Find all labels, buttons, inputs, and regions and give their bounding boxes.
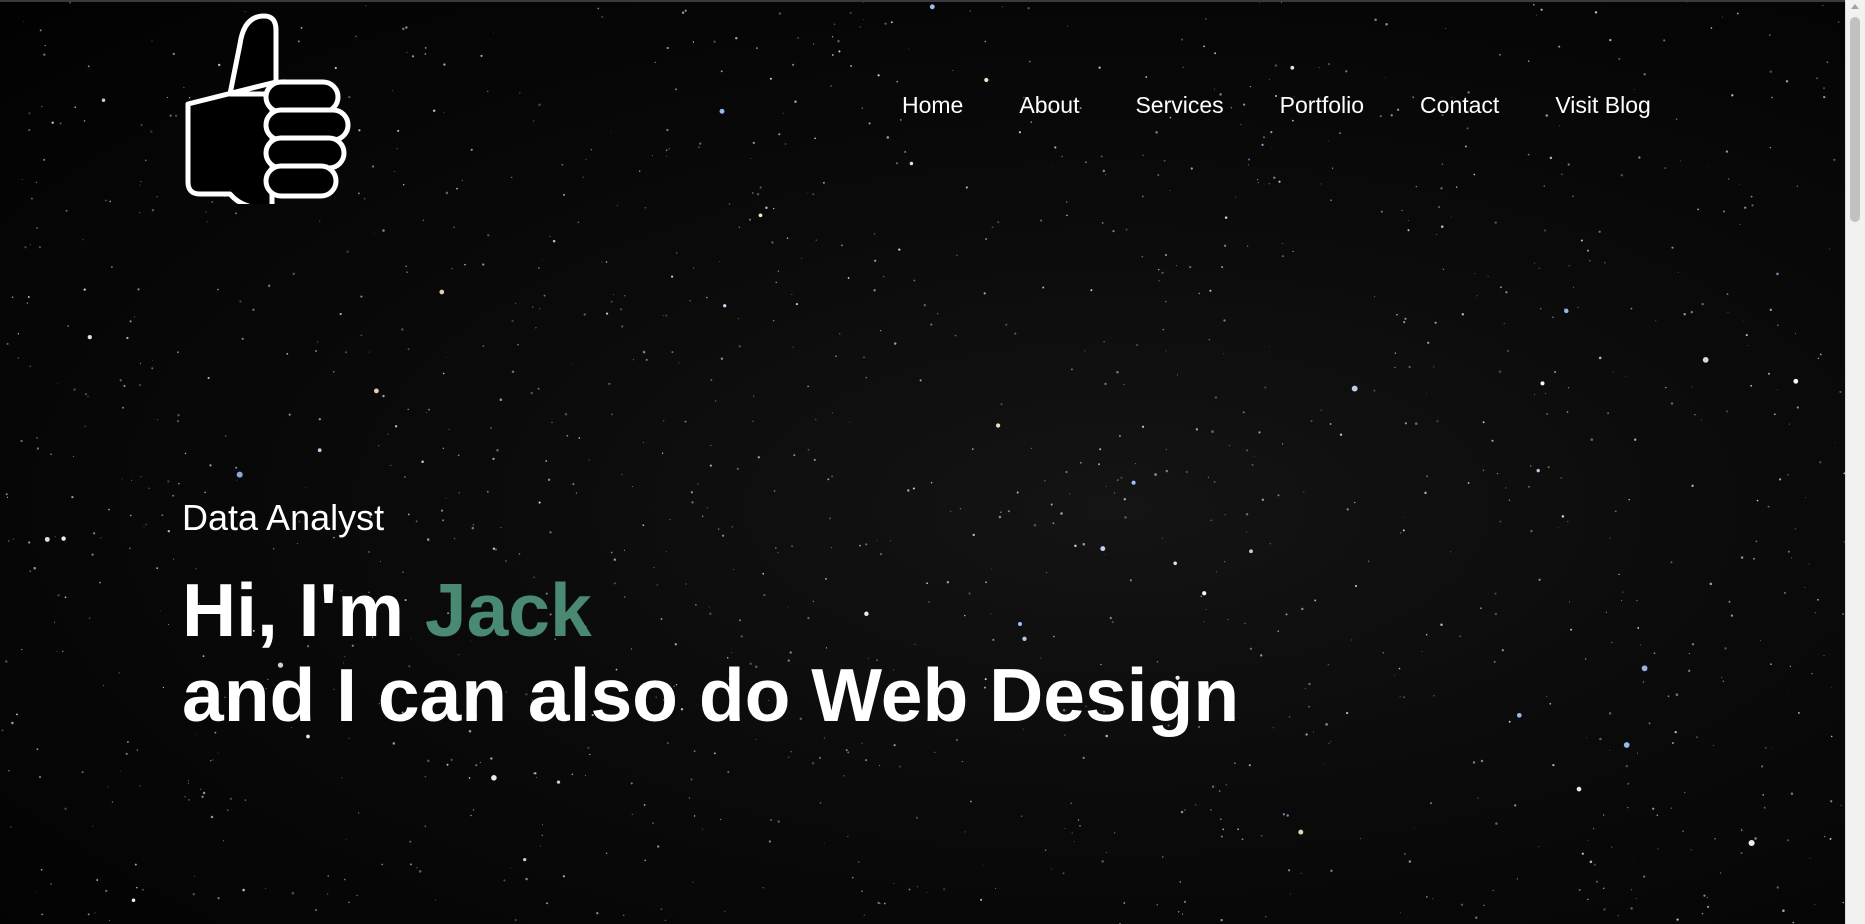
hero-subtitle: Data Analyst (182, 497, 385, 538)
main-nav: Home About Services Portfolio Contact Vi… (902, 92, 1651, 119)
nav-home[interactable]: Home (902, 92, 963, 119)
scroll-up-arrow-icon[interactable] (1851, 4, 1859, 9)
hero-greeting: Hi, I'm (182, 568, 425, 652)
nav-portfolio[interactable]: Portfolio (1280, 92, 1364, 119)
nav-contact[interactable]: Contact (1420, 92, 1499, 119)
hero-tagline: and I can also do Web Design (182, 653, 1240, 737)
vertical-scrollbar[interactable] (1845, 0, 1865, 924)
nav-about[interactable]: About (1019, 92, 1079, 119)
hero-title: Hi, I'm Jack and I can also do Web Desig… (182, 568, 1239, 738)
nav-services[interactable]: Services (1135, 92, 1223, 119)
scroll-thumb[interactable] (1850, 17, 1860, 222)
hero-name: Jack (424, 568, 592, 652)
top-border (0, 0, 1846, 2)
thumbs-up-icon[interactable] (180, 12, 360, 204)
page: Home About Services Portfolio Contact Vi… (0, 0, 1865, 924)
nav-visit-blog[interactable]: Visit Blog (1555, 92, 1650, 119)
